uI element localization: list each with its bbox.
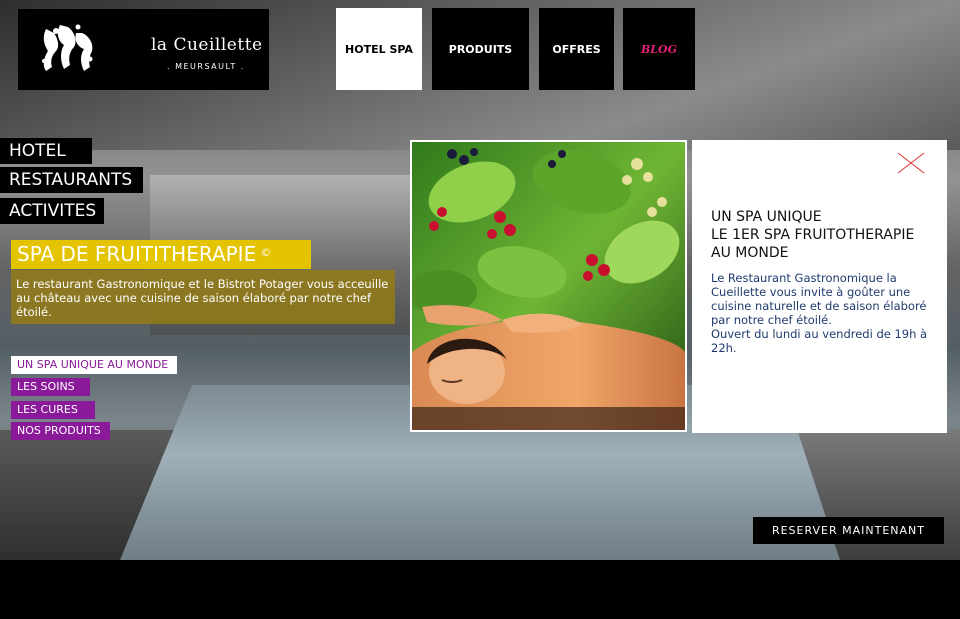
section-title-text: SPA DE FRUITITHERAPIE xyxy=(17,242,257,266)
info-text: Le Restaurant Gastronomique la Cueillett… xyxy=(711,271,936,355)
info-description: Le Restaurant Gastronomique la Cueillett… xyxy=(711,271,927,327)
nav-blog[interactable]: BLOG xyxy=(623,8,695,90)
brand-subtitle: . MEURSAULT . xyxy=(167,62,245,71)
info-title-line: AU MONDE xyxy=(711,245,789,261)
info-panel: UN SPA UNIQUE LE 1ER SPA FRUITOTHERAPIE … xyxy=(692,140,947,433)
spa-photo xyxy=(410,140,687,432)
footer-bar xyxy=(0,560,960,619)
sidebar-item-activites[interactable]: ACTIVITES xyxy=(0,198,104,224)
submenu-les-cures[interactable]: LES CURES xyxy=(11,401,95,419)
info-title-line: UN SPA UNIQUE xyxy=(711,209,822,225)
nav-produits[interactable]: PRODUITS xyxy=(432,8,529,90)
sidebar-item-restaurants[interactable]: RESTAURANTS xyxy=(0,167,143,193)
spa-photo-image xyxy=(412,142,685,430)
info-hours: Ouvert du lundi au vendredi de 19h à 22h… xyxy=(711,327,928,355)
sidebar-item-hotel[interactable]: HOTEL xyxy=(0,138,92,164)
close-icon[interactable] xyxy=(897,152,925,174)
info-title: UN SPA UNIQUE LE 1ER SPA FRUITOTHERAPIE … xyxy=(711,208,936,262)
submenu-spa-unique[interactable]: UN SPA UNIQUE AU MONDE xyxy=(11,356,177,374)
reserve-button[interactable]: RESERVER MAINTENANT xyxy=(753,517,944,544)
submenu-nos-produits[interactable]: NOS PRODUITS xyxy=(11,422,110,440)
leaf-logo-icon xyxy=(42,24,93,71)
logo[interactable]: la Cueillette . MEURSAULT . xyxy=(18,9,269,90)
brand-name: la Cueillette xyxy=(151,35,263,55)
nav-offres[interactable]: OFFRES xyxy=(539,8,614,90)
submenu-les-soins[interactable]: LES SOINS xyxy=(11,378,90,396)
section-description: Le restaurant Gastronomique et le Bistro… xyxy=(11,270,395,324)
section-title: SPA DE FRUITITHERAPIE © xyxy=(11,240,311,269)
nav-hotel-spa[interactable]: HOTEL SPA xyxy=(336,8,422,90)
section-title-mark: © xyxy=(260,246,272,259)
info-title-line: LE 1ER SPA FRUITOTHERAPIE xyxy=(711,227,915,243)
